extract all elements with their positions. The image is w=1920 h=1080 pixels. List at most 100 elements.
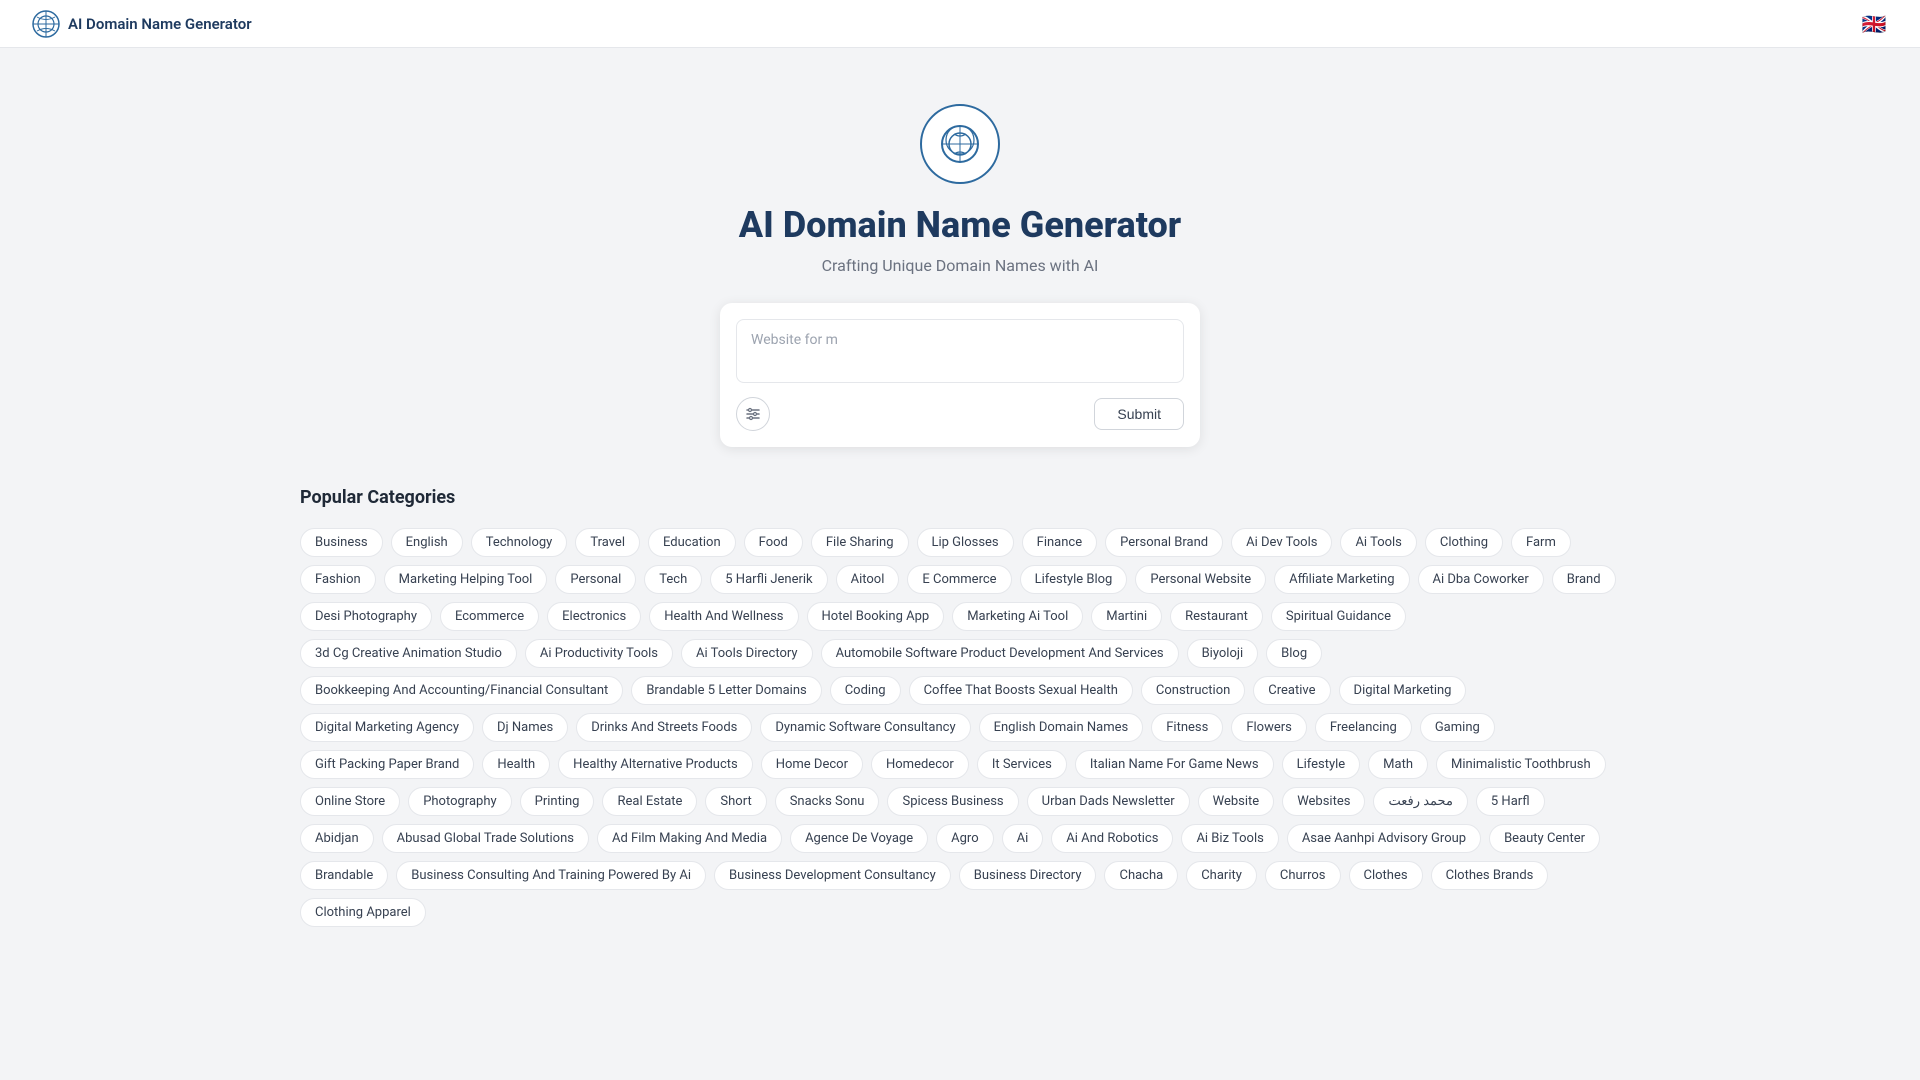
submit-button[interactable]: Submit [1094,398,1184,430]
tag-item[interactable]: Electronics [547,602,641,631]
language-selector[interactable]: 🇬🇧 [1860,14,1888,34]
tag-item[interactable]: Ad Film Making And Media [597,824,782,853]
tag-item[interactable]: Food [744,528,803,557]
tag-item[interactable]: Personal [555,565,636,594]
tag-item[interactable]: File Sharing [811,528,909,557]
tag-item[interactable]: Asae Aanhpi Advisory Group [1287,824,1481,853]
tag-item[interactable]: Digital Marketing [1339,676,1467,705]
tag-item[interactable]: Brandable [300,861,388,890]
tag-item[interactable]: Math [1368,750,1428,779]
tag-item[interactable]: 3d Cg Creative Animation Studio [300,639,517,668]
tag-item[interactable]: English [391,528,463,557]
tag-item[interactable]: Gaming [1420,713,1495,742]
tag-item[interactable]: Ai Dba Coworker [1418,565,1544,594]
tag-item[interactable]: Lip Glosses [917,528,1014,557]
tag-item[interactable]: Drinks And Streets Foods [576,713,752,742]
tag-item[interactable]: Business Directory [959,861,1097,890]
tag-item[interactable]: Creative [1253,676,1330,705]
tag-item[interactable]: Lifestyle Blog [1020,565,1128,594]
tag-item[interactable]: Tech [644,565,702,594]
tag-item[interactable]: Ai Tools Directory [681,639,813,668]
tag-item[interactable]: Short [705,787,766,816]
tag-item[interactable]: Spicess Business [887,787,1018,816]
tag-item[interactable]: Fashion [300,565,376,594]
tag-item[interactable]: Urban Dads Newsletter [1027,787,1190,816]
tag-item[interactable]: Agence De Voyage [790,824,928,853]
tag-item[interactable]: Websites [1282,787,1365,816]
tag-item[interactable]: Coding [830,676,901,705]
tag-item[interactable]: Ai Productivity Tools [525,639,673,668]
tag-item[interactable]: Ai [1002,824,1044,853]
tag-item[interactable]: Automobile Software Product Development … [821,639,1179,668]
tag-item[interactable]: Beauty Center [1489,824,1600,853]
tag-item[interactable]: Real Estate [602,787,697,816]
tag-item[interactable]: Flowers [1231,713,1307,742]
tag-item[interactable]: Ai Biz Tools [1181,824,1278,853]
tag-item[interactable]: Travel [575,528,640,557]
tag-item[interactable]: Business Consulting And Training Powered… [396,861,706,890]
tag-item[interactable]: Biyoloji [1187,639,1259,668]
tag-item[interactable]: Healthy Alternative Products [558,750,753,779]
search-input[interactable] [736,319,1184,383]
tag-item[interactable]: Lifestyle [1282,750,1361,779]
tag-item[interactable]: Health [482,750,550,779]
tag-item[interactable]: Clothes Brands [1431,861,1549,890]
tag-item[interactable]: Digital Marketing Agency [300,713,474,742]
tag-item[interactable]: 5 Harfl [1476,787,1545,816]
tag-item[interactable]: Clothing Apparel [300,898,426,927]
tag-item[interactable]: Bookkeeping And Accounting/Financial Con… [300,676,623,705]
tag-item[interactable]: English Domain Names [979,713,1144,742]
tag-item[interactable]: Personal Brand [1105,528,1223,557]
tag-item[interactable]: Snacks Sonu [775,787,880,816]
tag-item[interactable]: Clothing [1425,528,1503,557]
brand[interactable]: AI Domain Name Generator [32,10,252,38]
tag-item[interactable]: Technology [471,528,568,557]
tag-item[interactable]: Clothes [1349,861,1423,890]
tag-item[interactable]: Business [300,528,383,557]
tag-item[interactable]: Freelancing [1315,713,1412,742]
tag-item[interactable]: Printing [520,787,595,816]
tag-item[interactable]: Website [1198,787,1275,816]
tag-item[interactable]: Fitness [1151,713,1223,742]
tag-item[interactable]: Italian Name For Game News [1075,750,1274,779]
tag-item[interactable]: E Commerce [907,565,1011,594]
tag-item[interactable]: Abidjan [300,824,374,853]
tag-item[interactable]: Aitool [836,565,900,594]
tag-item[interactable]: Photography [408,787,511,816]
tag-item[interactable]: محمد رفعت [1373,787,1467,816]
tag-item[interactable]: Ecommerce [440,602,539,631]
tag-item[interactable]: 5 Harfli Jenerik [710,565,827,594]
tag-item[interactable]: Gift Packing Paper Brand [300,750,474,779]
tag-item[interactable]: Minimalistic Toothbrush [1436,750,1606,779]
tag-item[interactable]: Blog [1266,639,1322,668]
tag-item[interactable]: Coffee That Boosts Sexual Health [909,676,1133,705]
tag-item[interactable]: Marketing Ai Tool [952,602,1083,631]
tag-item[interactable]: Agro [936,824,993,853]
options-button[interactable] [736,397,770,431]
tag-item[interactable]: Churros [1265,861,1341,890]
tag-item[interactable]: Hotel Booking App [807,602,945,631]
tag-item[interactable]: Chacha [1104,861,1178,890]
tag-item[interactable]: Dj Names [482,713,568,742]
tag-item[interactable]: Brand [1552,565,1616,594]
tag-item[interactable]: Abusad Global Trade Solutions [382,824,589,853]
tag-item[interactable]: Charity [1186,861,1257,890]
tag-item[interactable]: Business Development Consultancy [714,861,951,890]
tag-item[interactable]: Home Decor [761,750,863,779]
tag-item[interactable]: Marketing Helping Tool [384,565,548,594]
tag-item[interactable]: Brandable 5 Letter Domains [631,676,821,705]
tag-item[interactable]: Education [648,528,736,557]
tag-item[interactable]: Affiliate Marketing [1274,565,1409,594]
tag-item[interactable]: Ai Tools [1340,528,1416,557]
tag-item[interactable]: Ai Dev Tools [1231,528,1332,557]
tag-item[interactable]: Dynamic Software Consultancy [760,713,970,742]
tag-item[interactable]: Spiritual Guidance [1271,602,1406,631]
tag-item[interactable]: Homedecor [871,750,969,779]
tag-item[interactable]: Personal Website [1135,565,1266,594]
tag-item[interactable]: Construction [1141,676,1245,705]
tag-item[interactable]: Restaurant [1170,602,1263,631]
tag-item[interactable]: Ai And Robotics [1051,824,1173,853]
tag-item[interactable]: Online Store [300,787,400,816]
tag-item[interactable]: Farm [1511,528,1571,557]
tag-item[interactable]: It Services [977,750,1067,779]
